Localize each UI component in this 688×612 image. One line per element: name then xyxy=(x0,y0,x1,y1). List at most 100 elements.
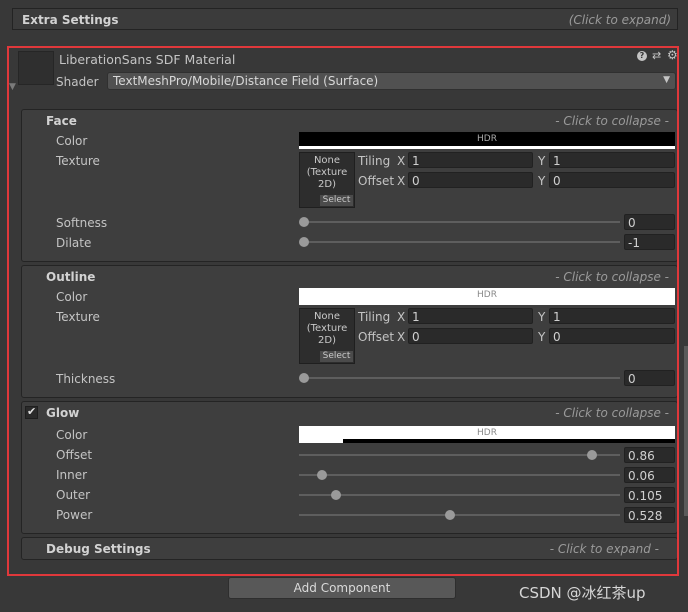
face-softness-track[interactable] xyxy=(303,221,620,223)
outline-texture-slot[interactable]: None (Texture 2D) Select xyxy=(299,308,355,364)
outline-offset-y-label: Y xyxy=(538,330,546,344)
glow-inner-field[interactable]: 0.06 xyxy=(624,467,675,483)
outline-title[interactable]: Outline xyxy=(46,270,95,284)
add-component-label: Add Component xyxy=(293,581,391,595)
face-texture-slot[interactable]: None (Texture 2D) Select xyxy=(299,152,355,208)
glow-offset-field[interactable]: 0.86 xyxy=(624,447,675,463)
shader-dropdown[interactable]: TextMeshPro/Mobile/Distance Field (Surfa… xyxy=(107,72,676,90)
debug-settings-hint: - Click to expand - xyxy=(549,542,659,556)
debug-settings-title: Debug Settings xyxy=(46,542,151,556)
glow-inner-label: Inner xyxy=(56,468,88,482)
expand-arrow-icon[interactable]: ▼ xyxy=(9,82,16,92)
outline-panel: Outline - Click to collapse - Color HDR … xyxy=(21,265,678,398)
face-tiling-y-field[interactable]: 1 xyxy=(549,152,675,168)
face-offset-x-field[interactable]: 0 xyxy=(408,172,533,188)
outline-offset-x-field[interactable]: 0 xyxy=(408,328,533,344)
outline-texture-none: None xyxy=(313,311,341,322)
face-dilate-field[interactable]: -1 xyxy=(624,234,675,250)
glow-offset-label: Offset xyxy=(56,448,93,462)
outline-offset-y-field[interactable]: 0 xyxy=(549,328,675,344)
face-collapse-hint[interactable]: - Click to collapse - xyxy=(555,114,669,128)
glow-color-swatch[interactable]: HDR xyxy=(299,426,675,443)
outline-hdr-label: HDR xyxy=(477,290,497,300)
help-icon[interactable]: ? xyxy=(637,51,647,61)
outline-tiling-x-field[interactable]: 1 xyxy=(408,308,533,324)
face-texture-select-button[interactable]: Select xyxy=(320,195,353,206)
face-texture-type2: 2D) xyxy=(318,179,336,190)
outline-tiling-y-field[interactable]: 1 xyxy=(549,308,675,324)
scrollbar[interactable] xyxy=(684,346,688,516)
face-softness-knob[interactable] xyxy=(299,217,309,227)
glow-power-knob[interactable] xyxy=(445,510,455,520)
outline-texture-type1: (Texture xyxy=(306,323,348,334)
face-color-swatch[interactable]: HDR xyxy=(299,132,675,149)
outline-thickness-knob[interactable] xyxy=(299,373,309,383)
outline-offset-label: Offset xyxy=(358,330,395,344)
glow-offset-track[interactable] xyxy=(299,454,620,456)
glow-title[interactable]: Glow xyxy=(46,406,79,420)
glow-outer-field[interactable]: 0.105 xyxy=(624,487,675,503)
material-name: LiberationSans SDF Material xyxy=(59,52,236,67)
shader-label: Shader xyxy=(56,75,99,89)
gear-icon[interactable]: ⚙ xyxy=(667,48,678,62)
face-tiling-y-label: Y xyxy=(538,154,546,168)
glow-power-track[interactable] xyxy=(299,514,620,516)
face-tiling-x-label: X xyxy=(397,154,406,168)
chevron-down-icon: ▼ xyxy=(663,75,670,85)
outline-texture-type2: 2D) xyxy=(318,335,336,346)
glow-alpha-bar xyxy=(343,439,675,443)
outline-tiling-y-label: Y xyxy=(538,310,546,324)
face-panel: Face - Click to collapse - Color HDR Tex… xyxy=(21,109,678,262)
face-softness-field[interactable]: 0 xyxy=(624,214,675,230)
glow-inner-track[interactable] xyxy=(299,474,620,476)
outline-color-swatch[interactable]: HDR xyxy=(299,288,675,305)
outline-color-label: Color xyxy=(56,290,88,304)
glow-panel: ✔ Glow - Click to collapse - Color HDR O… xyxy=(21,401,678,534)
face-offset-y-field[interactable]: 0 xyxy=(549,172,675,188)
glow-hdr-label: HDR xyxy=(477,428,497,438)
add-component-button[interactable]: Add Component xyxy=(228,577,456,599)
glow-outer-label: Outer xyxy=(56,488,91,502)
face-texture-none: None xyxy=(313,155,341,166)
glow-power-label: Power xyxy=(56,508,93,522)
face-offset-label: Offset xyxy=(358,174,395,188)
face-tiling-label: Tiling xyxy=(358,154,391,168)
glow-outer-knob[interactable] xyxy=(331,490,341,500)
face-color-label: Color xyxy=(56,134,88,148)
face-offset-y-label: Y xyxy=(538,174,546,188)
glow-offset-knob[interactable] xyxy=(587,450,597,460)
outline-offset-x-label: X xyxy=(397,330,406,344)
face-title[interactable]: Face xyxy=(46,114,77,128)
glow-collapse-hint[interactable]: - Click to collapse - xyxy=(555,406,669,420)
outline-tiling-x-label: X xyxy=(397,310,406,324)
debug-settings-bar[interactable]: Debug Settings - Click to expand - xyxy=(21,537,678,560)
face-texture-type1: (Texture xyxy=(306,167,348,178)
glow-color-label: Color xyxy=(56,428,88,442)
face-softness-label: Softness xyxy=(56,216,108,230)
face-tiling-x-field[interactable]: 1 xyxy=(408,152,533,168)
outline-tiling-label: Tiling xyxy=(358,310,391,324)
outline-collapse-hint[interactable]: - Click to collapse - xyxy=(555,270,669,284)
extra-settings-hint: (Click to expand) xyxy=(568,13,671,27)
face-texture-label: Texture xyxy=(56,154,100,168)
glow-inner-knob[interactable] xyxy=(317,470,327,480)
glow-enable-checkbox[interactable]: ✔ xyxy=(25,405,38,419)
material-icon xyxy=(18,51,54,85)
extra-settings-title: Extra Settings xyxy=(22,13,119,27)
face-dilate-label: Dilate xyxy=(56,236,92,250)
shader-value: TextMeshPro/Mobile/Distance Field (Surfa… xyxy=(113,74,379,88)
preset-icon[interactable]: ⇄ xyxy=(652,49,661,62)
face-offset-x-label: X xyxy=(397,174,406,188)
face-dilate-track[interactable] xyxy=(303,241,620,243)
watermark: CSDN @冰红茶up xyxy=(519,584,646,602)
face-hdr-label: HDR xyxy=(477,134,497,144)
face-dilate-knob[interactable] xyxy=(299,237,309,247)
outline-thickness-track[interactable] xyxy=(303,377,620,379)
glow-outer-track[interactable] xyxy=(299,494,620,496)
checkmark-icon: ✔ xyxy=(27,405,37,418)
outline-texture-label: Texture xyxy=(56,310,100,324)
outline-texture-select-button[interactable]: Select xyxy=(320,351,353,362)
glow-power-field[interactable]: 0.528 xyxy=(624,507,675,523)
outline-thickness-field[interactable]: 0 xyxy=(624,370,675,386)
extra-settings-bar[interactable]: Extra Settings (Click to expand) xyxy=(12,8,678,30)
